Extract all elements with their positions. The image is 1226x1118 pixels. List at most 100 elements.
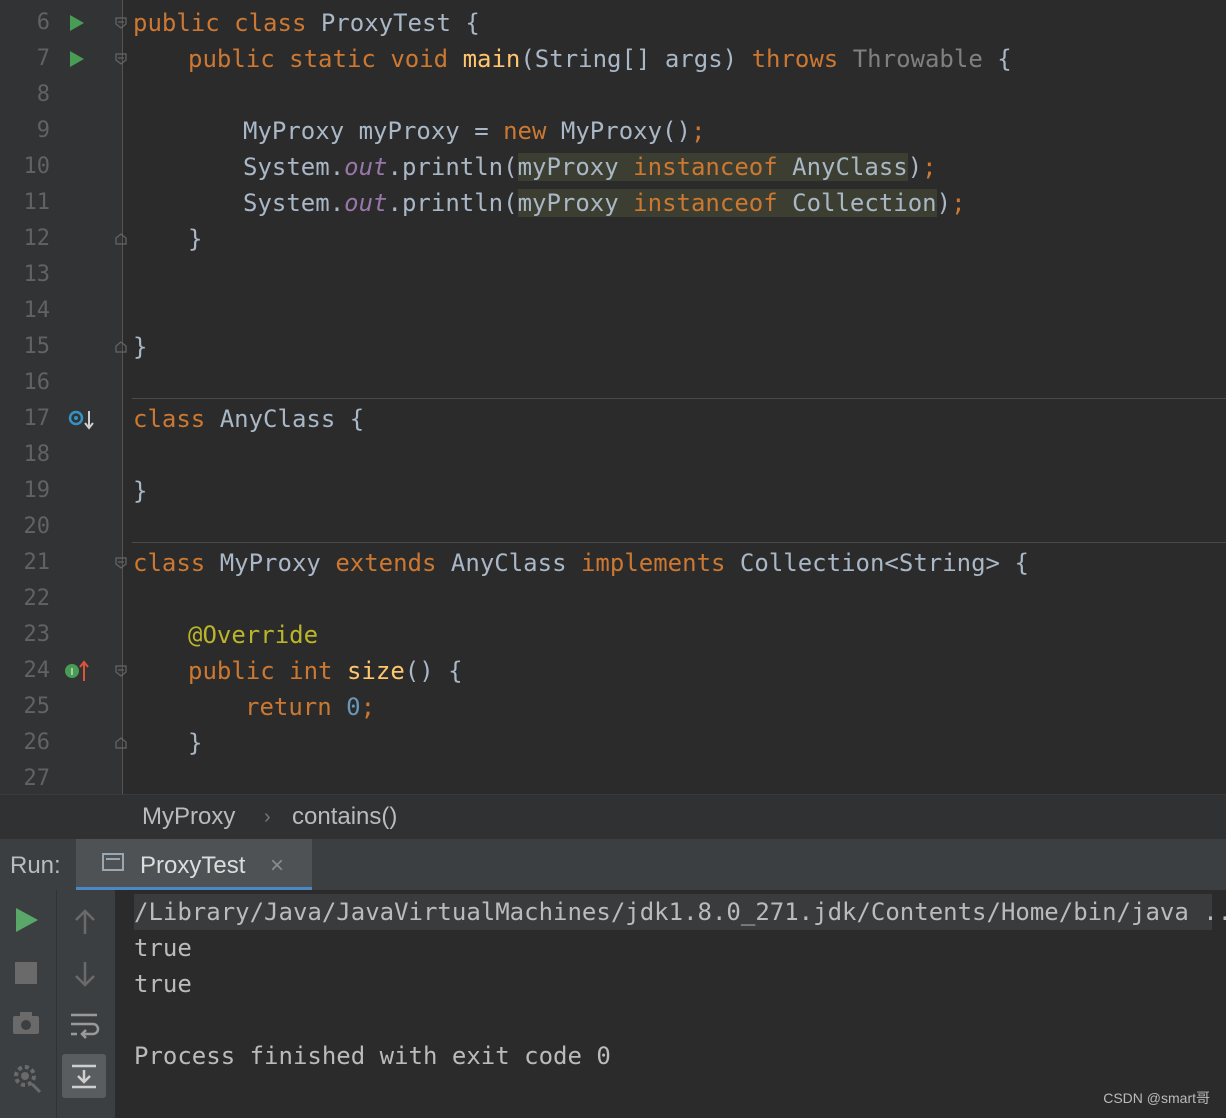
code-text: System.out.println(myProxy instanceof Co…	[243, 189, 966, 217]
code-line-27[interactable]: 27	[0, 761, 1226, 794]
run-label: Run:	[10, 852, 61, 879]
line-number: 19	[23, 478, 51, 503]
line-number: 22	[23, 586, 51, 611]
line-number: 18	[23, 442, 51, 467]
line-number: 8	[36, 82, 50, 107]
code-line-8[interactable]: 8	[0, 77, 1226, 113]
code-line-13[interactable]: 13	[0, 257, 1226, 293]
code-text: }	[188, 225, 203, 253]
console-output-line[interactable]: /Library/Java/JavaVirtualMachines/jdk1.8…	[134, 894, 1226, 930]
fold-end-icon[interactable]	[115, 737, 127, 749]
code-line-15[interactable]: 15 }	[0, 329, 1226, 365]
run-main-icon[interactable]	[70, 51, 84, 67]
implements-method-icon[interactable]: I	[64, 659, 92, 685]
code-text: @Override	[188, 621, 319, 649]
code-line-11[interactable]: 11 System.out.println(myProxy instanceof…	[0, 185, 1226, 221]
has-subclasses-icon[interactable]	[68, 408, 96, 432]
breadcrumb-method[interactable]: contains()	[292, 795, 397, 839]
code-line-14[interactable]: 14	[0, 293, 1226, 329]
code-line-16[interactable]: 16	[0, 365, 1226, 401]
breadcrumb: MyProxy › contains()	[0, 794, 1226, 839]
line-number: 27	[23, 766, 51, 791]
code-text: public class ProxyTest {	[133, 9, 480, 37]
method-separator	[132, 398, 1226, 399]
close-tab-icon[interactable]: ×	[270, 839, 284, 893]
breadcrumb-separator: ›	[264, 806, 271, 828]
up-arrow-icon[interactable]	[73, 908, 97, 936]
code-line-23[interactable]: 23 @Override	[0, 617, 1226, 653]
fold-end-icon[interactable]	[115, 233, 127, 245]
line-number: 24	[23, 658, 51, 683]
code-text: MyProxy myProxy = new MyProxy();	[243, 117, 706, 145]
stop-icon[interactable]	[15, 962, 37, 984]
run-class-icon[interactable]	[70, 15, 84, 31]
rerun-icon[interactable]	[16, 908, 38, 932]
fold-end-icon[interactable]	[115, 341, 127, 353]
code-line-25[interactable]: 25 return 0;	[0, 689, 1226, 725]
code-text: }	[133, 477, 148, 505]
code-line-12[interactable]: 12 }	[0, 221, 1226, 257]
console-output-line: Process finished with exit code 0	[134, 1042, 611, 1070]
tab-label: ProxyTest	[140, 852, 246, 879]
line-number: 11	[23, 190, 51, 215]
line-number: 25	[23, 694, 51, 719]
code-line-24[interactable]: 24 I public int size() {	[0, 653, 1226, 689]
fold-icon[interactable]	[115, 665, 127, 677]
method-separator	[132, 542, 1226, 543]
run-tool-window: /Library/Java/JavaVirtualMachines/jdk1.8…	[0, 890, 1226, 1118]
code-line-7[interactable]: 7 public static void main(String[] args)…	[0, 41, 1226, 77]
run-toolbar	[0, 890, 56, 1118]
line-number: 17	[23, 406, 51, 431]
code-line-20[interactable]: 20	[0, 509, 1226, 545]
line-number: 15	[23, 334, 51, 359]
soft-wrap-icon[interactable]	[69, 1010, 101, 1040]
code-line-21[interactable]: 21 class MyProxy extends AnyClass implem…	[0, 545, 1226, 581]
code-editor[interactable]: 6 public class ProxyTest { 7 public stat…	[0, 0, 1226, 794]
fold-icon[interactable]	[115, 17, 127, 29]
console-icon	[102, 853, 124, 871]
code-line-10[interactable]: 10 System.out.println(myProxy instanceof…	[0, 149, 1226, 185]
code-text: class MyProxy extends AnyClass implement…	[133, 549, 1029, 577]
line-number: 13	[23, 262, 51, 287]
line-number: 21	[23, 550, 51, 575]
fold-icon[interactable]	[115, 53, 127, 65]
instanceof-expression: myProxy instanceof Collection	[517, 189, 937, 217]
line-number: 20	[23, 514, 51, 539]
code-text: System.out.println(myProxy instanceof An…	[243, 153, 937, 181]
console-output-line: true	[134, 934, 192, 962]
instanceof-expression: myProxy instanceof AnyClass	[517, 153, 908, 181]
line-number: 23	[23, 622, 51, 647]
debug-settings-icon[interactable]	[10, 1060, 44, 1094]
code-line-9[interactable]: 9 MyProxy myProxy = new MyProxy();	[0, 113, 1226, 149]
scroll-to-end-button[interactable]	[62, 1054, 106, 1098]
svg-text:I: I	[71, 667, 74, 678]
console-output-line: true	[134, 970, 192, 998]
line-number: 9	[36, 118, 50, 143]
line-number: 16	[23, 370, 51, 395]
code-text: }	[133, 333, 148, 361]
down-arrow-icon[interactable]	[73, 960, 97, 988]
code-text: }	[188, 729, 203, 757]
scroll-to-end-icon	[72, 1064, 96, 1089]
watermark: CSDN @smart哥	[1103, 1090, 1210, 1106]
camera-icon[interactable]	[11, 1010, 41, 1036]
line-number: 12	[23, 226, 51, 251]
code-line-19[interactable]: 19 }	[0, 473, 1226, 509]
code-text: return 0;	[245, 693, 376, 721]
run-tab-bar: Run: ProxyTest ×	[0, 838, 1226, 891]
code-line-22[interactable]: 22	[0, 581, 1226, 617]
code-line-18[interactable]: 18	[0, 437, 1226, 473]
code-text: public static void main(String[] args) t…	[188, 45, 1012, 73]
line-number: 10	[23, 154, 51, 179]
code-text: public int size() {	[188, 657, 463, 685]
code-line-6[interactable]: 6 public class ProxyTest {	[0, 5, 1226, 41]
line-number: 6	[36, 10, 50, 35]
line-number: 7	[36, 46, 50, 71]
code-line-17[interactable]: 17 class AnyClass {	[0, 401, 1226, 437]
fold-icon[interactable]	[115, 557, 127, 569]
line-number: 14	[23, 298, 51, 323]
code-text: class AnyClass {	[133, 405, 365, 433]
breadcrumb-class[interactable]: MyProxy	[142, 795, 235, 839]
code-line-26[interactable]: 26 }	[0, 725, 1226, 761]
line-number: 26	[23, 730, 51, 755]
